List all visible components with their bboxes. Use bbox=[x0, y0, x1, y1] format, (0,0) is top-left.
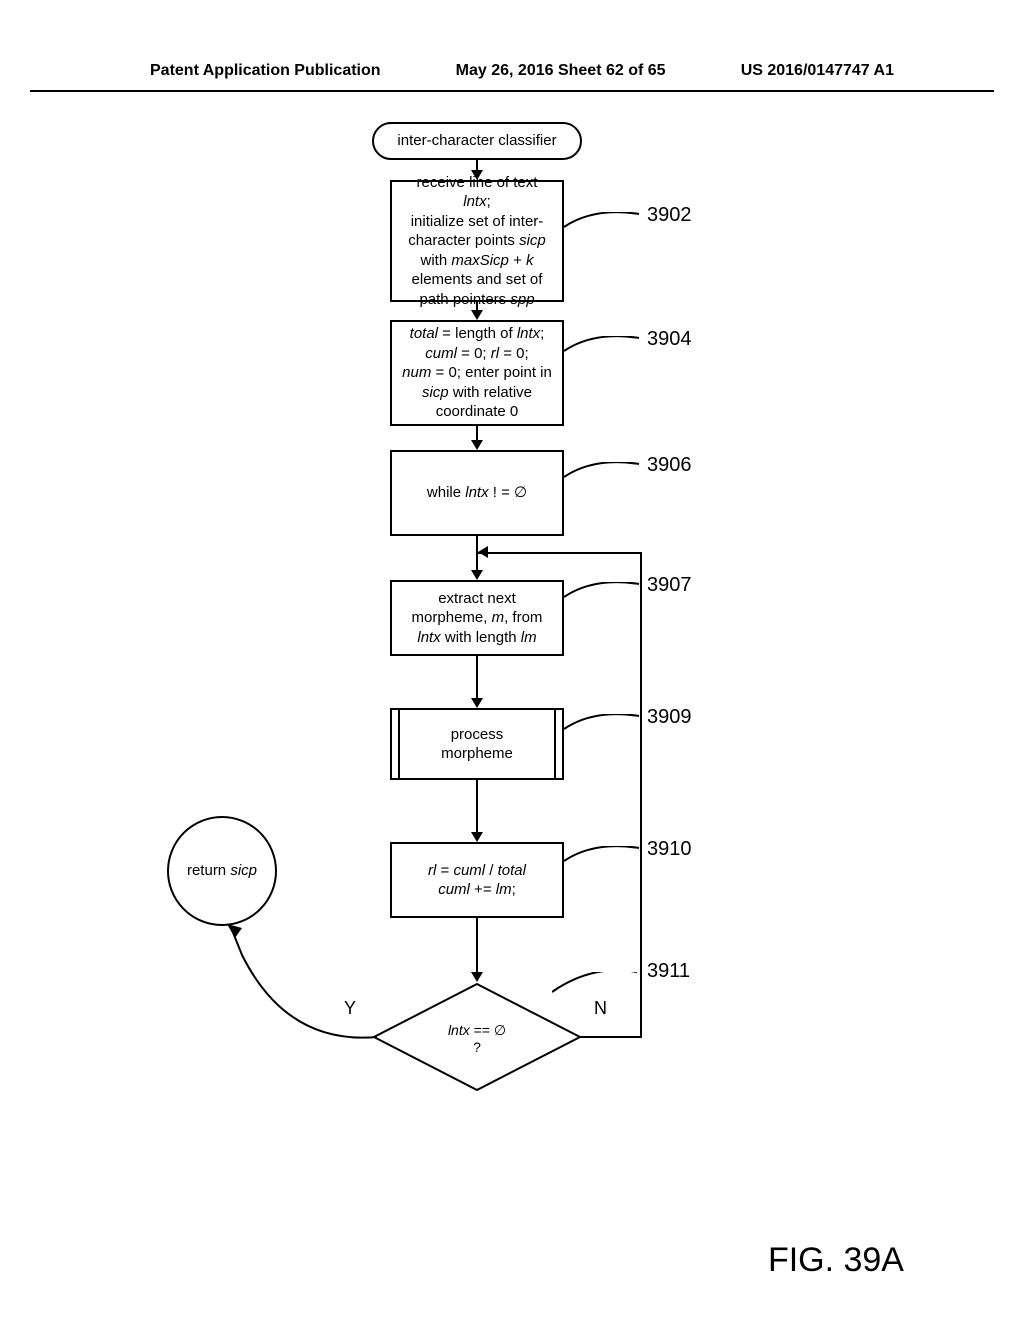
node-return: return sicp bbox=[167, 816, 277, 926]
node-3910: rl = cuml / total cuml += lm; bbox=[390, 842, 564, 918]
node-3909: process morpheme bbox=[390, 708, 564, 780]
header-center: May 26, 2016 Sheet 62 of 65 bbox=[456, 62, 666, 80]
node-3911: lntx == ∅ ? bbox=[372, 982, 582, 1092]
flowchart: inter-character classifier receive line … bbox=[132, 122, 892, 1182]
node-start: inter-character classifier bbox=[372, 122, 582, 160]
figure-caption: FIG. 39A bbox=[768, 1241, 904, 1280]
ref-3902: 3902 bbox=[647, 204, 692, 227]
start-label: inter-character classifier bbox=[397, 131, 556, 151]
node-3907: extract next morpheme, m, from lntx with… bbox=[390, 580, 564, 656]
node-3906: while lntx ! = ∅ bbox=[390, 450, 564, 536]
header-right: US 2016/0147747 A1 bbox=[741, 62, 894, 80]
ref-3910: 3910 bbox=[647, 838, 692, 861]
header-left: Patent Application Publication bbox=[150, 62, 381, 80]
node-3904: total = length of lntx; cuml = 0; rl = 0… bbox=[390, 320, 564, 426]
decision-no: N bbox=[594, 998, 607, 1019]
ref-3904: 3904 bbox=[647, 328, 692, 351]
ref-3906: 3906 bbox=[647, 454, 692, 477]
ref-3909: 3909 bbox=[647, 706, 692, 729]
page-header: Patent Application Publication May 26, 2… bbox=[30, 0, 994, 92]
ref-3911: 3911 bbox=[647, 960, 690, 983]
node-3902: receive line of text lntx; initialize se… bbox=[390, 180, 564, 302]
ref-3907: 3907 bbox=[647, 574, 692, 597]
